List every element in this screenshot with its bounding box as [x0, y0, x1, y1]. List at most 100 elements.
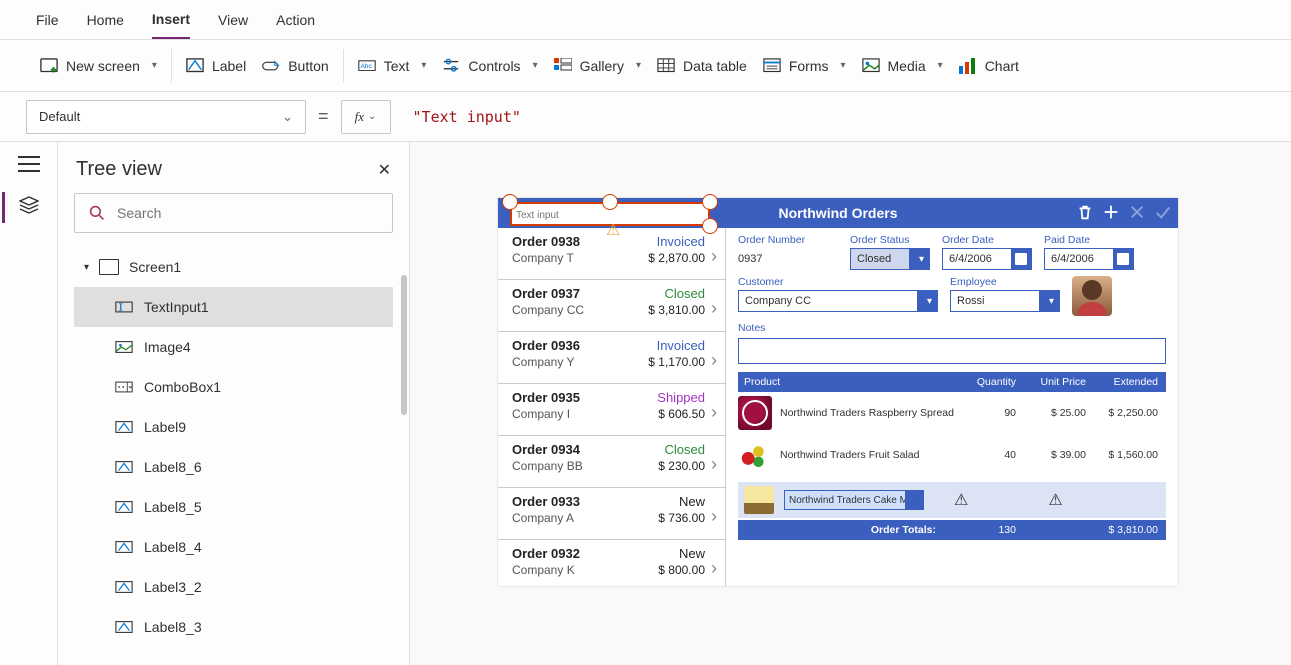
- warning-icon: ⚠: [606, 220, 620, 240]
- svg-text:Abc: Abc: [360, 63, 372, 70]
- chevron-right-icon: ›: [711, 558, 717, 579]
- insert-label-button[interactable]: Label: [186, 58, 246, 74]
- check-icon[interactable]: [1154, 203, 1172, 224]
- app-preview: Northwind Orders Order 0938Company TInvo…: [498, 198, 1178, 586]
- chevron-right-icon: ›: [711, 350, 717, 371]
- order-list-item[interactable]: Order 0936Company YInvoiced$ 1,170.00›: [498, 332, 725, 384]
- tree-label3-2[interactable]: Label3_2: [74, 567, 393, 607]
- product-image: [738, 396, 772, 430]
- order-number-value: 0937: [738, 248, 838, 270]
- forms-icon: [763, 58, 781, 74]
- treeview-rail-icon[interactable]: [2, 192, 39, 223]
- order-gallery[interactable]: Order 0938Company TInvoiced$ 2,870.00›Or…: [498, 228, 726, 586]
- tree-label9[interactable]: Label9: [74, 407, 393, 447]
- property-selector[interactable]: Default: [26, 100, 306, 134]
- paid-date-picker[interactable]: 6/4/2006: [1044, 248, 1134, 270]
- label-icon: [114, 619, 134, 635]
- canvas[interactable]: Text input ⚠ Northwind Orders Order 0938…: [410, 142, 1291, 665]
- new-screen-button[interactable]: New screen: [40, 58, 157, 74]
- resize-handle-tl[interactable]: [502, 194, 518, 210]
- insert-text-button[interactable]: Abc Text: [358, 58, 427, 74]
- label-icon: [186, 58, 204, 74]
- chevron-right-icon: ›: [711, 246, 717, 267]
- combobox-icon: [114, 379, 134, 395]
- chart-icon: [959, 58, 977, 74]
- menu-insert[interactable]: Insert: [152, 11, 190, 39]
- employee-avatar: [1072, 276, 1112, 316]
- cancel-icon[interactable]: [1128, 203, 1146, 224]
- order-list-item[interactable]: Order 0935Company IShipped$ 606.50›: [498, 384, 725, 436]
- order-list-item[interactable]: Order 0937Company CCClosed$ 3,810.00›: [498, 280, 725, 332]
- formula-bar: Default = fx "Text input": [0, 92, 1291, 142]
- tree-label8-6[interactable]: Label8_6: [74, 447, 393, 487]
- treeview-title: Tree view: [76, 158, 162, 181]
- treeview-search[interactable]: [74, 193, 393, 233]
- insert-button-button[interactable]: Button: [262, 58, 328, 74]
- add-product-row: Northwind Traders Cake Mix ⚠ ⚠: [738, 482, 1166, 518]
- screen-icon: [40, 58, 58, 74]
- tree-combobox1[interactable]: ComboBox1: [74, 367, 393, 407]
- gallery-icon: [554, 58, 572, 74]
- notes-input[interactable]: [738, 338, 1166, 364]
- search-icon: [89, 205, 105, 221]
- employee-select[interactable]: Rossi: [950, 290, 1060, 312]
- warning-icon: ⚠: [1048, 490, 1062, 510]
- menu-home[interactable]: Home: [87, 12, 124, 28]
- order-list-item[interactable]: Order 0932Company KNew$ 800.00›: [498, 540, 725, 586]
- datatable-icon: [657, 58, 675, 74]
- product-row[interactable]: Northwind Traders Fruit Salad40$ 39.00$ …: [738, 434, 1166, 476]
- product-row[interactable]: Northwind Traders Raspberry Spread90$ 25…: [738, 392, 1166, 434]
- resize-handle-br[interactable]: [702, 218, 718, 234]
- customer-select[interactable]: Company CC: [738, 290, 938, 312]
- order-list-item[interactable]: Order 0934Company BBClosed$ 230.00›: [498, 436, 725, 488]
- insert-datatable-button[interactable]: Data table: [657, 58, 747, 74]
- hamburger-icon[interactable]: [18, 156, 40, 172]
- add-product-select[interactable]: Northwind Traders Cake Mix: [784, 490, 924, 510]
- resize-handle-tr[interactable]: [702, 194, 718, 210]
- chevron-right-icon: ›: [711, 402, 717, 423]
- image-icon: [114, 339, 134, 355]
- insert-forms-button[interactable]: Forms: [763, 58, 846, 74]
- tree-textinput1[interactable]: TextInput1: [74, 287, 393, 327]
- label-icon: [114, 459, 134, 475]
- tree-view-panel: Tree view ✕ ▾ Screen1 TextInput1 Image4: [58, 142, 410, 665]
- order-date-picker[interactable]: 6/4/2006: [942, 248, 1032, 270]
- tree-screen1[interactable]: ▾ Screen1: [74, 247, 393, 287]
- label-icon: [114, 419, 134, 435]
- ribbon: New screen Label Button Abc Text Control…: [0, 40, 1291, 92]
- menu-action[interactable]: Action: [276, 12, 315, 28]
- equals-sign: =: [318, 106, 329, 127]
- resize-handle-tc[interactable]: [602, 194, 618, 210]
- close-icon[interactable]: ✕: [378, 160, 391, 180]
- fx-button[interactable]: fx: [341, 100, 391, 134]
- left-rail: [0, 142, 58, 665]
- chevron-right-icon: ›: [711, 298, 717, 319]
- textinput-icon: [114, 299, 134, 315]
- insert-media-button[interactable]: Media: [862, 58, 943, 74]
- text-icon: Abc: [358, 58, 376, 74]
- scrollbar-thumb[interactable]: [401, 275, 407, 415]
- label-icon: [114, 499, 134, 515]
- menu-file[interactable]: File: [36, 12, 59, 28]
- insert-chart-button[interactable]: Chart: [959, 58, 1019, 74]
- menu-view[interactable]: View: [218, 12, 248, 28]
- trash-icon[interactable]: [1076, 203, 1094, 224]
- product-image: [738, 438, 772, 472]
- tree-label8-5[interactable]: Label8_5: [74, 487, 393, 527]
- plus-icon[interactable]: [1102, 203, 1120, 224]
- product-grid-header: Product Quantity Unit Price Extended: [738, 372, 1166, 392]
- screen-icon: [99, 259, 119, 275]
- controls-icon: [442, 58, 460, 74]
- insert-gallery-button[interactable]: Gallery: [554, 58, 641, 74]
- tree-image4[interactable]: Image4: [74, 327, 393, 367]
- formula-input[interactable]: "Text input": [403, 100, 1265, 134]
- cake-image: [744, 486, 774, 514]
- insert-controls-button[interactable]: Controls: [442, 58, 537, 74]
- menu-bar: File Home Insert View Action: [0, 0, 1291, 40]
- order-list-item[interactable]: Order 0933Company ANew$ 736.00›: [498, 488, 725, 540]
- search-input[interactable]: [115, 204, 378, 222]
- order-status-select[interactable]: Closed: [850, 248, 930, 270]
- tree-label8-3[interactable]: Label8_3: [74, 607, 393, 647]
- button-icon: [262, 58, 280, 74]
- tree-label8-4[interactable]: Label8_4: [74, 527, 393, 567]
